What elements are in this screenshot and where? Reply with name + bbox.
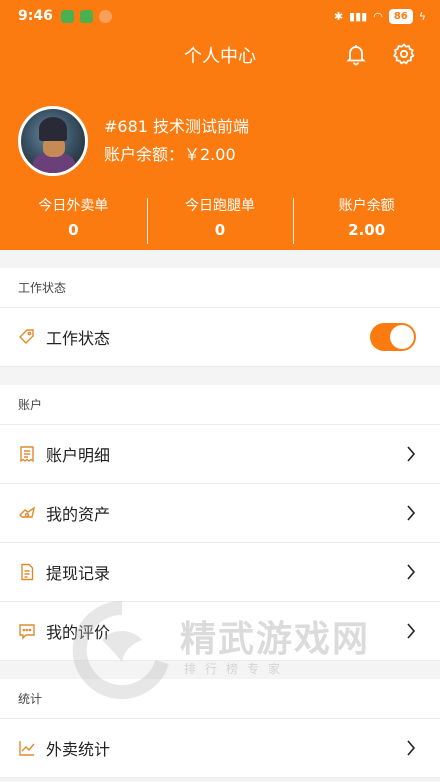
work-status-label: 工作状态 (46, 329, 111, 348)
chevron-right-icon (407, 740, 416, 756)
page-title: 个人中心 (184, 46, 256, 67)
chevron-right-icon (407, 564, 416, 580)
stat-errand-orders[interactable]: 今日跑腿单 0 (146, 194, 294, 252)
work-status-row: 工作状态 (0, 308, 440, 367)
section-header-stats: 统计 (0, 679, 440, 719)
my-assets-row[interactable]: 我的资产 (0, 484, 440, 543)
line-chart-icon (18, 739, 36, 757)
notification-icon (60, 9, 74, 23)
stat-account-balance[interactable]: 账户余额 2.00 (293, 194, 440, 252)
assets-icon (18, 504, 36, 522)
battery-icon: 86 (388, 8, 413, 24)
chevron-right-icon (407, 505, 416, 521)
tag-icon (18, 328, 36, 346)
signal-icon: ▮▮▮ (349, 9, 368, 23)
wifi-icon: ◠ (373, 9, 383, 23)
gear-icon[interactable] (392, 42, 416, 70)
bluetooth-icon: ✱ (333, 9, 344, 23)
profile-header: 9:46 ✱ ▮▮▮ ◠ 86 ϟ 个人中心 #681 技术测试前端 账户余额：… (0, 0, 440, 250)
bell-icon[interactable] (344, 42, 368, 70)
notification-icon (98, 9, 112, 23)
receipt-icon (18, 445, 36, 463)
watermark-subtitle: 排行榜专家 (184, 662, 290, 676)
status-bar: 9:46 ✱ ▮▮▮ ◠ 86 ϟ (0, 0, 440, 32)
user-name: #681 技术测试前端 (104, 117, 250, 136)
section-header-account: 账户 (0, 385, 440, 425)
charging-icon: ϟ (418, 9, 426, 23)
section-header-work: 工作状态 (0, 268, 440, 308)
account-details-row[interactable]: 账户明细 (0, 425, 440, 484)
takeout-stats-row[interactable]: 外卖统计 (0, 719, 440, 778)
withdraw-records-row[interactable]: 提现记录 (0, 543, 440, 602)
comment-icon (18, 622, 36, 640)
my-reviews-row[interactable]: 我的评价 (0, 602, 440, 661)
stats-bar: 今日外卖单 0 今日跑腿单 0 账户余额 2.00 (0, 194, 440, 252)
account-balance: 账户余额：￥2.00 (104, 145, 236, 164)
notification-icon (79, 9, 93, 23)
chevron-right-icon (407, 446, 416, 462)
status-time: 9:46 (18, 8, 53, 24)
stat-takeout-orders[interactable]: 今日外卖单 0 (0, 194, 147, 252)
chevron-right-icon (407, 623, 416, 639)
work-status-toggle[interactable] (370, 323, 416, 351)
document-icon (18, 563, 36, 581)
avatar[interactable] (18, 106, 88, 176)
